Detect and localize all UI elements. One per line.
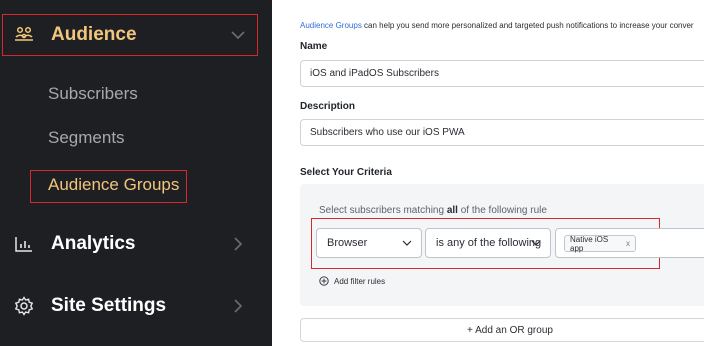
operator-select-value: is any of the following	[436, 237, 542, 249]
chevron-right-icon	[234, 299, 243, 313]
description-field-value: Subscribers who use our iOS PWA	[310, 127, 465, 138]
audience-groups-link[interactable]: Audience Groups	[300, 21, 362, 30]
rule-match-mode: all	[446, 205, 458, 216]
sidebar-item-analytics-label: Analytics	[51, 233, 136, 254]
description-label: Description	[300, 101, 356, 112]
field-select[interactable]: Browser	[316, 228, 422, 258]
value-tag-remove[interactable]: x	[626, 239, 630, 248]
name-field[interactable]: iOS and iPadOS Subscribers	[300, 60, 704, 87]
add-filter-rules-button[interactable]: Add filter rules	[319, 276, 385, 286]
rule-prefix: Select subscribers matching	[319, 205, 447, 216]
chevron-down-icon	[531, 240, 541, 246]
name-field-value: iOS and iPadOS Subscribers	[310, 68, 439, 79]
sidebar-item-segments[interactable]: Segments	[48, 128, 125, 148]
intro-text: Audience Groups can help you send more p…	[300, 21, 694, 30]
chevron-down-icon	[231, 31, 245, 40]
sidebar-item-audience[interactable]: Audience	[0, 14, 256, 56]
gear-icon	[14, 296, 34, 316]
intro-description: can help you send more personalized and …	[361, 21, 694, 30]
name-label: Name	[300, 41, 328, 52]
add-filter-rules-label: Add filter rules	[334, 276, 386, 286]
bar-chart-icon	[15, 237, 32, 252]
sidebar-item-site-settings[interactable]: Site Settings	[0, 288, 256, 324]
operator-select[interactable]: is any of the following	[425, 228, 551, 258]
sidebar: Audience Subscribers Segments Audience G…	[0, 0, 272, 346]
rule-suffix: of the following rule	[457, 205, 547, 216]
add-circle-icon	[319, 276, 329, 286]
chevron-down-icon	[402, 240, 412, 246]
sidebar-item-subscribers[interactable]: Subscribers	[48, 84, 138, 104]
sidebar-item-audience-groups[interactable]: Audience Groups	[48, 175, 179, 195]
description-field[interactable]: Subscribers who use our iOS PWA	[300, 119, 704, 146]
sidebar-item-audience-label: Audience	[51, 24, 137, 45]
add-or-group-button[interactable]: + Add an OR group	[300, 318, 704, 342]
rule-description: Select subscribers matching all of the f…	[319, 205, 547, 216]
add-or-group-label: + Add an OR group	[467, 324, 553, 336]
sidebar-item-analytics[interactable]: Analytics	[0, 226, 256, 262]
users-icon	[15, 26, 33, 41]
field-select-value: Browser	[327, 237, 368, 249]
value-tag: Native iOS app x	[564, 234, 636, 253]
criteria-label: Select Your Criteria	[300, 167, 392, 178]
value-tag-label: Native iOS app	[570, 234, 609, 253]
chevron-right-icon	[234, 237, 243, 251]
sidebar-item-site-settings-label: Site Settings	[51, 295, 167, 316]
